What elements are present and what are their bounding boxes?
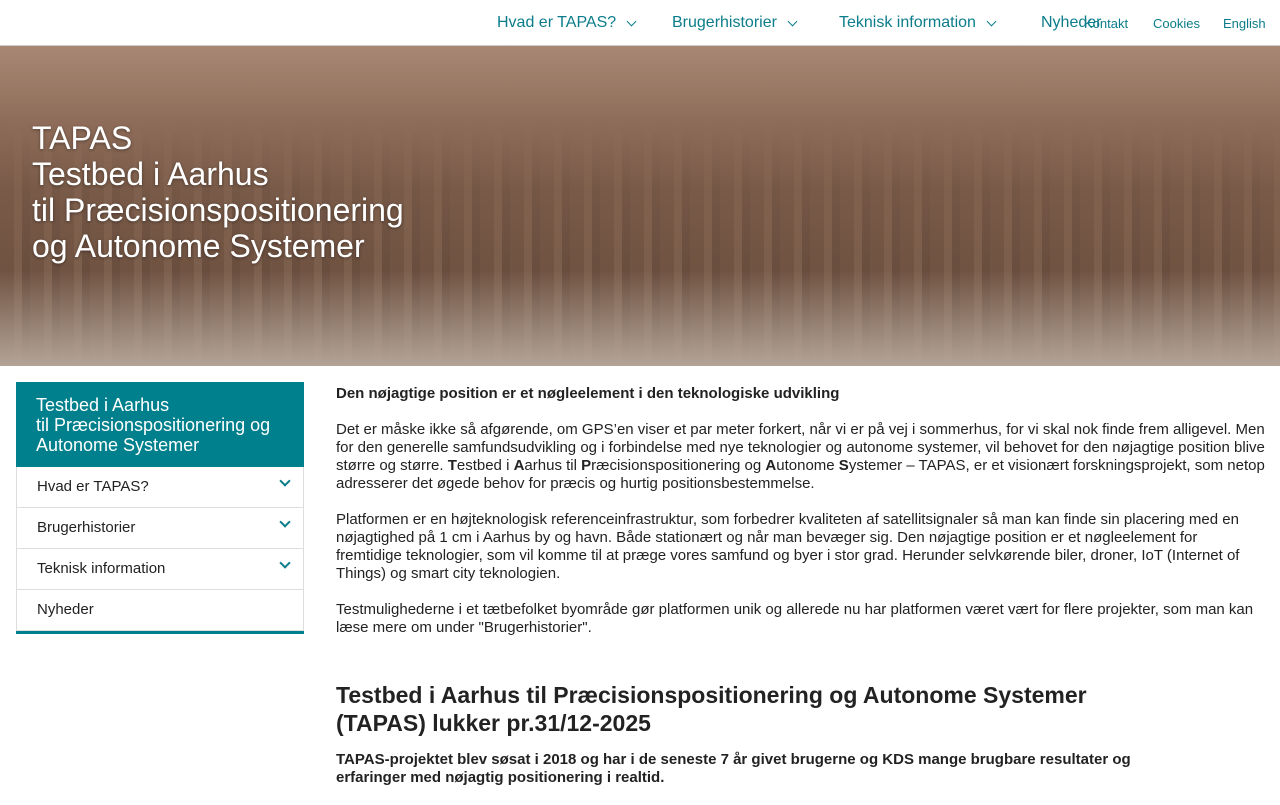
closing-paragraph: TAPAS-projektet blev søsat i 2018 og har… bbox=[336, 751, 1131, 786]
text-segment: arhus til bbox=[524, 457, 582, 474]
chevron-down-icon bbox=[986, 16, 997, 26]
intro-paragraph: Det er måske ikke så afgørende, om GPS’e… bbox=[336, 421, 1266, 493]
chevron-down-icon bbox=[626, 16, 637, 26]
closing-heading: Testbed i Aarhus til Præcisionspositione… bbox=[336, 682, 1087, 736]
link-cookies[interactable]: Cookies bbox=[1153, 16, 1200, 31]
lead-paragraph: Den nøjagtige position er et nøgleelemen… bbox=[336, 385, 840, 402]
link-kontakt[interactable]: Kontakt bbox=[1084, 16, 1128, 31]
link-english[interactable]: English bbox=[1223, 16, 1266, 31]
nav-hvad-er-tapas[interactable]: Hvad er TAPAS? bbox=[497, 14, 637, 32]
nav-label: Teknisk information bbox=[839, 14, 976, 31]
sidebar-menu: Testbed i Aarhus til Præcisionspositione… bbox=[16, 382, 304, 634]
sidebar-item-teknisk-information[interactable]: Teknisk information bbox=[16, 549, 304, 590]
sidebar-item-label: Hvad er TAPAS? bbox=[37, 478, 149, 495]
bold-initial: A bbox=[765, 457, 777, 474]
nav-brugerhistorier[interactable]: Brugerhistorier bbox=[672, 14, 798, 32]
sidebar-item-label: Nyheder bbox=[37, 601, 94, 618]
hero-line: og Autonome Systemer bbox=[32, 228, 365, 264]
nav-teknisk-information[interactable]: Teknisk information bbox=[839, 14, 997, 32]
bold-initial: S bbox=[838, 457, 849, 474]
sidebar-item-label: Teknisk information bbox=[37, 560, 166, 577]
top-navigation: Hvad er TAPAS? Brugerhistorier Teknisk i… bbox=[0, 0, 1280, 46]
text-segment: ræcisionspositionering og bbox=[591, 457, 766, 474]
sidebar-item-hvad-er-tapas[interactable]: Hvad er TAPAS? bbox=[16, 467, 304, 508]
chevron-down-icon[interactable] bbox=[279, 557, 291, 569]
sidebar-title-line: Autonome Systemer bbox=[36, 435, 200, 455]
hero-line: TAPAS bbox=[32, 120, 133, 156]
bold-initial: P bbox=[581, 457, 592, 474]
hero-line: Testbed i Aarhus bbox=[32, 156, 269, 192]
sidebar-bottom-border bbox=[16, 631, 304, 634]
hero-title: TAPAS Testbed i Aarhus til Præcisionspos… bbox=[32, 120, 404, 264]
chevron-down-icon[interactable] bbox=[279, 475, 291, 487]
sidebar-title-line: Testbed i Aarhus bbox=[36, 395, 170, 415]
chevron-down-icon bbox=[787, 16, 798, 26]
sidebar-item-nyheder[interactable]: Nyheder bbox=[16, 590, 304, 631]
sidebar-item-label: Brugerhistorier bbox=[37, 519, 136, 536]
chevron-down-icon[interactable] bbox=[279, 516, 291, 528]
bold-initial: A bbox=[513, 457, 525, 474]
hero-banner-aarhus-image: TAPAS Testbed i Aarhus til Præcisionspos… bbox=[0, 46, 1280, 366]
main-content: Den nøjagtige position er et nøgleelemen… bbox=[336, 385, 1266, 805]
sidebar-item-brugerhistorier[interactable]: Brugerhistorier bbox=[16, 508, 304, 549]
platform-paragraph: Platformen er en højteknologisk referenc… bbox=[336, 511, 1240, 582]
hero-line: til Præcisionspositionering bbox=[32, 192, 404, 228]
text-segment: estbed i bbox=[456, 457, 514, 474]
sidebar-title-line: til Præcisionspositionering og bbox=[36, 415, 271, 435]
text-segment: utonome bbox=[776, 457, 839, 474]
bold-initial: T bbox=[447, 457, 457, 474]
sidebar-title[interactable]: Testbed i Aarhus til Præcisionspositione… bbox=[16, 382, 304, 467]
testing-paragraph: Testmulighederne i et tætbefolket byområ… bbox=[336, 601, 1254, 636]
nav-label: Brugerhistorier bbox=[672, 14, 777, 31]
nav-label: Hvad er TAPAS? bbox=[497, 14, 617, 31]
